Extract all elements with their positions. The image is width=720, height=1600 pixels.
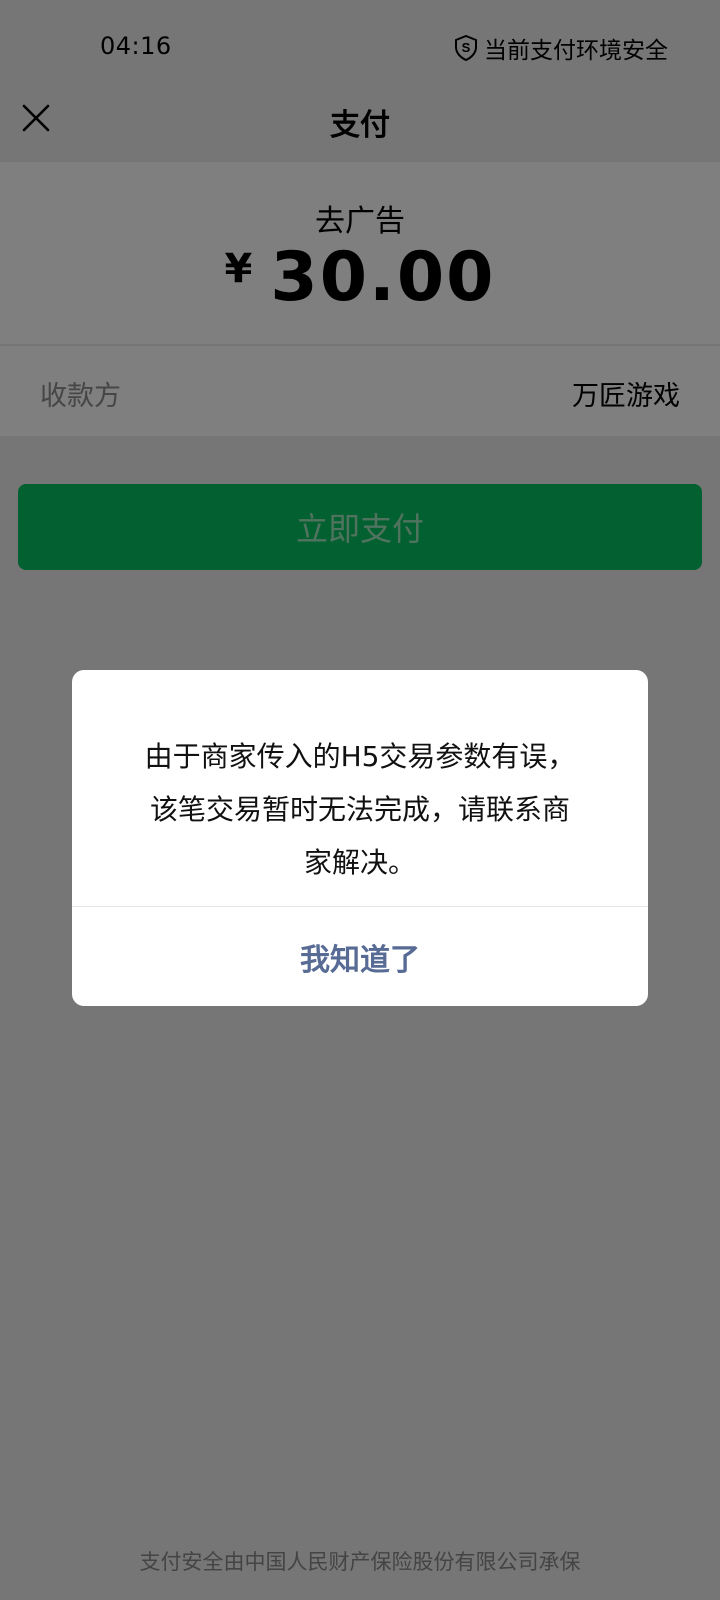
confirm-button[interactable]: 我知道了 <box>72 907 648 1006</box>
dialog-message-line: 家解决。 <box>303 846 416 879</box>
dialog-message-line: 该笔交易暂时无法完成，请联系商 <box>149 793 570 826</box>
error-dialog: 由于商家传入的H5交易参数有误， 该笔交易暂时无法完成，请联系商 家解决。 我知… <box>72 670 648 1006</box>
dialog-message-line: 由于商家传入的H5交易参数有误， <box>144 740 576 773</box>
dialog-message: 由于商家传入的H5交易参数有误， 该笔交易暂时无法完成，请联系商 家解决。 <box>112 730 608 889</box>
